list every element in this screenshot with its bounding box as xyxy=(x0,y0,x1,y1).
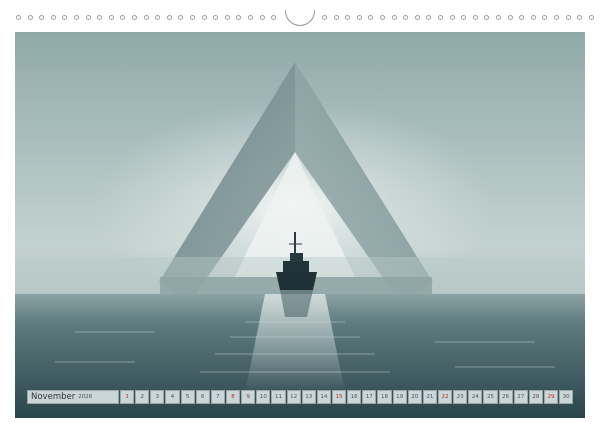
binding-hole xyxy=(50,15,56,20)
day-cell: 27 xyxy=(513,390,528,404)
day-cell: 10 xyxy=(256,390,271,404)
day-cell: 26 xyxy=(498,390,513,404)
day-cell: 16 xyxy=(347,390,362,404)
binding-hole xyxy=(484,15,490,20)
binding-hole xyxy=(201,15,207,20)
day-cell: 5 xyxy=(180,390,195,404)
day-cell: 30 xyxy=(559,390,574,404)
binding-hole xyxy=(236,15,242,20)
binding-hole xyxy=(356,15,362,20)
binding-hole xyxy=(368,15,374,20)
binding-hole xyxy=(472,15,478,20)
day-cell: 22 xyxy=(437,390,453,404)
day-cell: 23 xyxy=(453,390,468,404)
day-cell: 11 xyxy=(271,390,286,404)
day-cell: 28 xyxy=(528,390,543,404)
binding-hole xyxy=(97,15,103,20)
day-cell: 8 xyxy=(225,390,241,404)
binding-hole xyxy=(554,15,559,20)
binding-hole xyxy=(577,15,583,20)
day-cell: 6 xyxy=(195,390,210,404)
binding-hole xyxy=(62,15,68,20)
binding-hole xyxy=(333,15,339,20)
binding-hole xyxy=(588,15,594,20)
binding-hole xyxy=(108,15,114,20)
binding-hole xyxy=(271,15,277,20)
photo-misty-triangle-arch-ship xyxy=(15,32,585,418)
binding-hole xyxy=(449,15,455,20)
day-cell: 13 xyxy=(301,390,316,404)
binding-hole xyxy=(530,15,536,20)
day-cell: 25 xyxy=(483,390,498,404)
month-label-cell: November 2026 xyxy=(27,390,119,404)
binding-hole xyxy=(178,15,184,20)
binding-hole xyxy=(143,15,149,20)
binding-hole xyxy=(519,15,525,20)
binding-hole xyxy=(322,15,327,20)
binding-hole xyxy=(85,15,91,20)
binding-hole xyxy=(507,15,513,20)
binding-hole xyxy=(565,15,571,20)
day-cell: 9 xyxy=(241,390,256,404)
day-cell: 1 xyxy=(120,390,135,404)
binding-hole xyxy=(461,15,467,20)
binding-hole xyxy=(438,15,443,20)
binding-hole xyxy=(213,15,219,20)
binding-hole xyxy=(426,15,432,20)
day-cell: 19 xyxy=(392,390,407,404)
day-cell: 17 xyxy=(362,390,377,404)
binding-hole xyxy=(496,15,501,20)
day-cell: 20 xyxy=(407,390,422,404)
binding-hole xyxy=(380,15,385,20)
day-cell: 14 xyxy=(316,390,331,404)
binding-hole xyxy=(132,15,137,20)
binding-hole xyxy=(190,15,195,20)
day-cell: 29 xyxy=(543,390,559,404)
binding-hole xyxy=(345,15,351,20)
day-cell: 4 xyxy=(165,390,180,404)
binding-hole xyxy=(542,15,548,20)
binding-hole xyxy=(248,15,253,20)
day-cell: 24 xyxy=(468,390,483,404)
day-cell: 12 xyxy=(286,390,301,404)
binding-hole xyxy=(166,15,172,20)
binding-hole xyxy=(120,15,126,20)
calendar-day-strip: November 2026 1 2 3 4 5 6 7 8 9 10 11 12 13 14 15 16 17 1… xyxy=(27,390,574,404)
binding-hole xyxy=(391,15,397,20)
binding-hole xyxy=(39,15,45,20)
month-name: November xyxy=(31,392,76,402)
binding-hole xyxy=(27,15,33,20)
binding-hole xyxy=(259,15,265,20)
binding-hole xyxy=(155,15,161,20)
binding-hole xyxy=(403,15,409,20)
day-cell: 21 xyxy=(422,390,437,404)
day-cell: 2 xyxy=(135,390,150,404)
binding-hole xyxy=(414,15,420,20)
year-label: 2026 xyxy=(78,394,93,400)
binding-hole xyxy=(74,15,79,20)
day-cell: 7 xyxy=(210,390,225,404)
day-cell: 18 xyxy=(377,390,392,404)
binding-hole xyxy=(16,15,21,20)
binding-hole xyxy=(224,15,230,20)
day-cell: 3 xyxy=(150,390,165,404)
day-cell: 15 xyxy=(331,390,347,404)
